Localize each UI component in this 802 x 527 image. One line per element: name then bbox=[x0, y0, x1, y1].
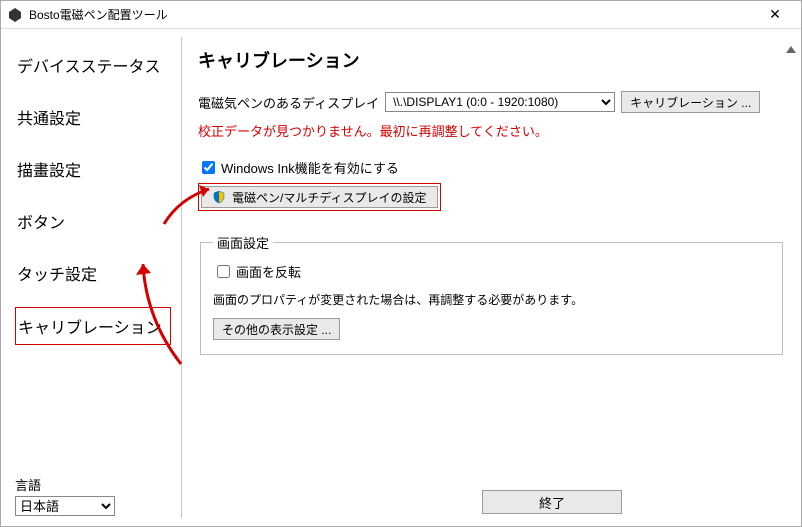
display-row: 電磁気ペンのあるディスプレイ \\.\DISPLAY1 (0:0 - 1920:… bbox=[198, 91, 785, 113]
calibration-warning: 校正データが見つかりません。最初に再調整してください。 bbox=[198, 121, 785, 140]
windows-ink-checkbox[interactable] bbox=[202, 161, 215, 174]
sidebar-item-label: タッチ設定 bbox=[17, 267, 97, 284]
flip-screen-row: 画面を反転 bbox=[213, 262, 770, 281]
pen-multidisplay-settings-button[interactable]: 電磁ペン/マルチディスプレイの設定 bbox=[201, 186, 438, 208]
sidebar-item-label: キャリブレーション bbox=[18, 320, 162, 337]
screen-settings-group: 画面設定 画面を反転 画面のプロパティが変更された場合は、再調整する必要がありま… bbox=[200, 233, 783, 355]
shield-icon bbox=[212, 190, 226, 204]
app-icon bbox=[7, 7, 23, 23]
flip-screen-label: 画面を反転 bbox=[236, 262, 301, 281]
windows-ink-row: Windows Ink機能を有効にする bbox=[198, 158, 785, 177]
windows-ink-label: Windows Ink機能を有効にする bbox=[221, 158, 399, 177]
flip-screen-checkbox[interactable] bbox=[217, 265, 230, 278]
screen-settings-legend: 画面設定 bbox=[213, 233, 273, 252]
display-select[interactable]: \\.\DISPLAY1 (0:0 - 1920:1080) bbox=[385, 92, 615, 112]
window-title: Bosto電磁ペン配置ツール bbox=[29, 6, 755, 23]
language-select[interactable]: 日本語 bbox=[15, 496, 115, 516]
window-close-button[interactable]: ✕ bbox=[755, 1, 795, 29]
content-pane: キャリブレーション 電磁気ペンのあるディスプレイ \\.\DISPLAY1 (0… bbox=[182, 29, 801, 526]
sidebar-item-buttons[interactable]: ボタン bbox=[15, 203, 171, 239]
screen-settings-note: 画面のプロパティが変更された場合は、再調整する必要があります。 bbox=[213, 291, 770, 308]
page-title: キャリブレーション bbox=[198, 47, 785, 73]
sidebar: デバイスステータス 共通設定 描畫設定 ボタン タッチ設定 キャリブレーション … bbox=[1, 29, 181, 526]
sidebar-item-common-settings[interactable]: 共通設定 bbox=[15, 99, 171, 135]
sidebar-item-label: ボタン bbox=[17, 215, 65, 232]
highlight-box: 電磁ペン/マルチディスプレイの設定 bbox=[198, 183, 441, 211]
sidebar-item-calibration[interactable]: キャリブレーション bbox=[15, 307, 171, 345]
pen-settings-label: 電磁ペン/マルチディスプレイの設定 bbox=[232, 189, 427, 206]
sidebar-item-label: 描畫設定 bbox=[17, 163, 81, 180]
sidebar-item-label: 共通設定 bbox=[17, 111, 81, 128]
exit-button[interactable]: 終了 bbox=[482, 490, 622, 514]
sidebar-item-device-status[interactable]: デバイスステータス bbox=[15, 47, 171, 83]
app-window: Bosto電磁ペン配置ツール ✕ デバイスステータス 共通設定 描畫設定 ボタン… bbox=[0, 0, 802, 527]
language-area: 言語 日本語 bbox=[15, 475, 165, 516]
other-display-settings-button[interactable]: その他の表示設定 ... bbox=[213, 318, 340, 340]
language-label: 言語 bbox=[15, 475, 165, 494]
scroll-up-icon[interactable] bbox=[785, 43, 797, 57]
sidebar-item-label: デバイスステータス bbox=[17, 59, 161, 76]
titlebar: Bosto電磁ペン配置ツール ✕ bbox=[1, 1, 801, 29]
sidebar-item-drawing-settings[interactable]: 描畫設定 bbox=[15, 151, 171, 187]
display-label: 電磁気ペンのあるディスプレイ bbox=[198, 93, 379, 112]
calibrate-button[interactable]: キャリブレーション ... bbox=[621, 91, 760, 113]
sidebar-item-touch-settings[interactable]: タッチ設定 bbox=[15, 255, 171, 291]
